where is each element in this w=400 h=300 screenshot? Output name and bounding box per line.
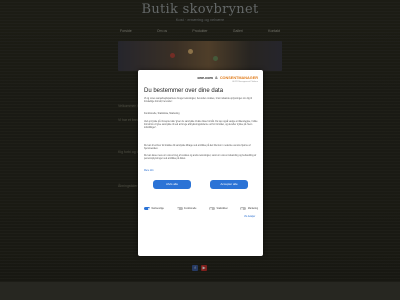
toggle-necessary[interactable]: Nødvendige [144, 207, 164, 210]
consent-intro: Vi og vores samarbejdspartnere bruger te… [144, 98, 252, 103]
brand-consentmanager: CONSENTMANAGER [219, 76, 258, 80]
consent-toggles: Nødvendige Funktionelle Statistikker Mar… [144, 207, 258, 210]
toggle-marketing[interactable]: Marketing [240, 207, 258, 210]
toggle-statistics[interactable]: Statistikker [209, 207, 228, 210]
consent-details-1: Ved at trykke på 'Accepter alle' giver d… [144, 121, 258, 129]
brand-tagline: GDPR Management Platform [231, 81, 258, 83]
toggle-switch-icon[interactable] [144, 207, 150, 210]
toggle-label-marketing: Marketing [247, 207, 258, 210]
consent-details-2: Du kan til enhver tid trække dit samtykk… [144, 145, 251, 150]
toggle-switch-icon[interactable] [176, 207, 183, 210]
reject-all-button[interactable]: Afvis alle [153, 180, 191, 189]
consent-details-3: Du kan læse mere om vores brug af cookie… [144, 155, 257, 160]
toggle-switch-icon[interactable] [240, 207, 247, 210]
consent-title: Du bestemmer over dine data [144, 88, 224, 94]
more-info-link[interactable]: Mere info [144, 170, 154, 172]
consent-dialog: one.com & CONSENTMANAGER GDPR Management… [138, 70, 263, 256]
toggle-label-necessary: Nødvendige [151, 207, 164, 210]
show-details-link[interactable]: Vis detaljer [244, 216, 255, 218]
consent-brand: one.com & CONSENTMANAGER [138, 76, 258, 80]
toggle-functional[interactable]: Funktionelle [176, 207, 197, 210]
brand-onecom: one.com [197, 76, 213, 80]
toggle-switch-icon[interactable] [209, 207, 216, 210]
toggle-label-functional: Funktionelle [184, 207, 197, 210]
consent-purposes: Funktionelle, Statistiske, Marketing [144, 113, 180, 115]
toggle-label-statistics: Statistikker [216, 207, 228, 210]
accept-all-button[interactable]: Accepter alle [210, 180, 248, 189]
brand-separator: & [215, 76, 218, 80]
